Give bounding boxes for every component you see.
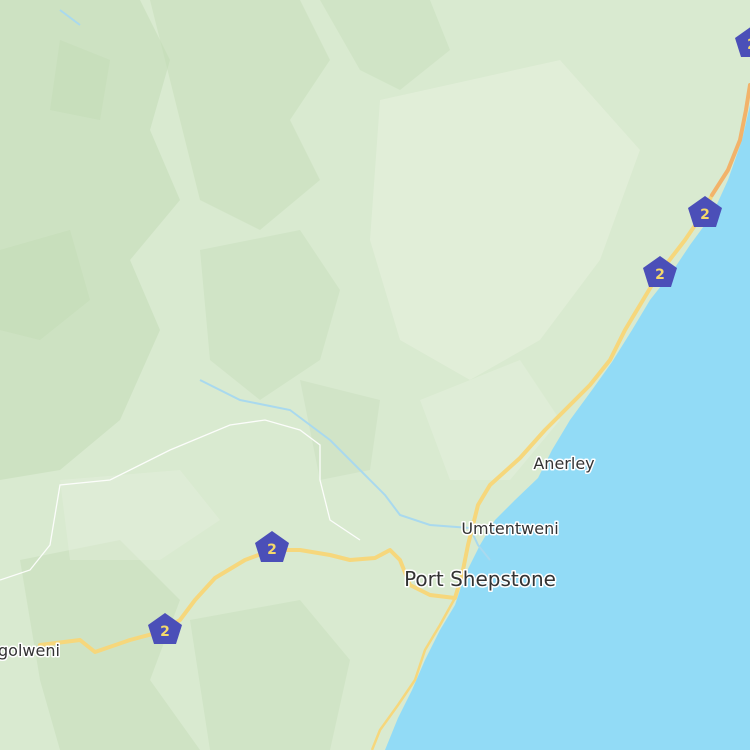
map-canvas[interactable]: 2 2 2 2 2 Port Shepstone Umtentweni Aner… xyxy=(0,0,750,750)
svg-text:2: 2 xyxy=(267,542,277,558)
svg-text:2: 2 xyxy=(655,267,665,283)
map-svg: 2 2 2 2 2 Port Shepstone Umtentweni Aner… xyxy=(0,0,750,750)
place-label-umtentweni[interactable]: Umtentweni xyxy=(460,518,560,540)
svg-text:2: 2 xyxy=(160,624,170,640)
place-label-izingolweni[interactable]: golweni xyxy=(0,640,61,662)
place-label-anerley[interactable]: Anerley xyxy=(532,453,596,475)
place-label-port-shepstone[interactable]: Port Shepstone xyxy=(403,566,558,593)
svg-text:2: 2 xyxy=(700,207,710,223)
